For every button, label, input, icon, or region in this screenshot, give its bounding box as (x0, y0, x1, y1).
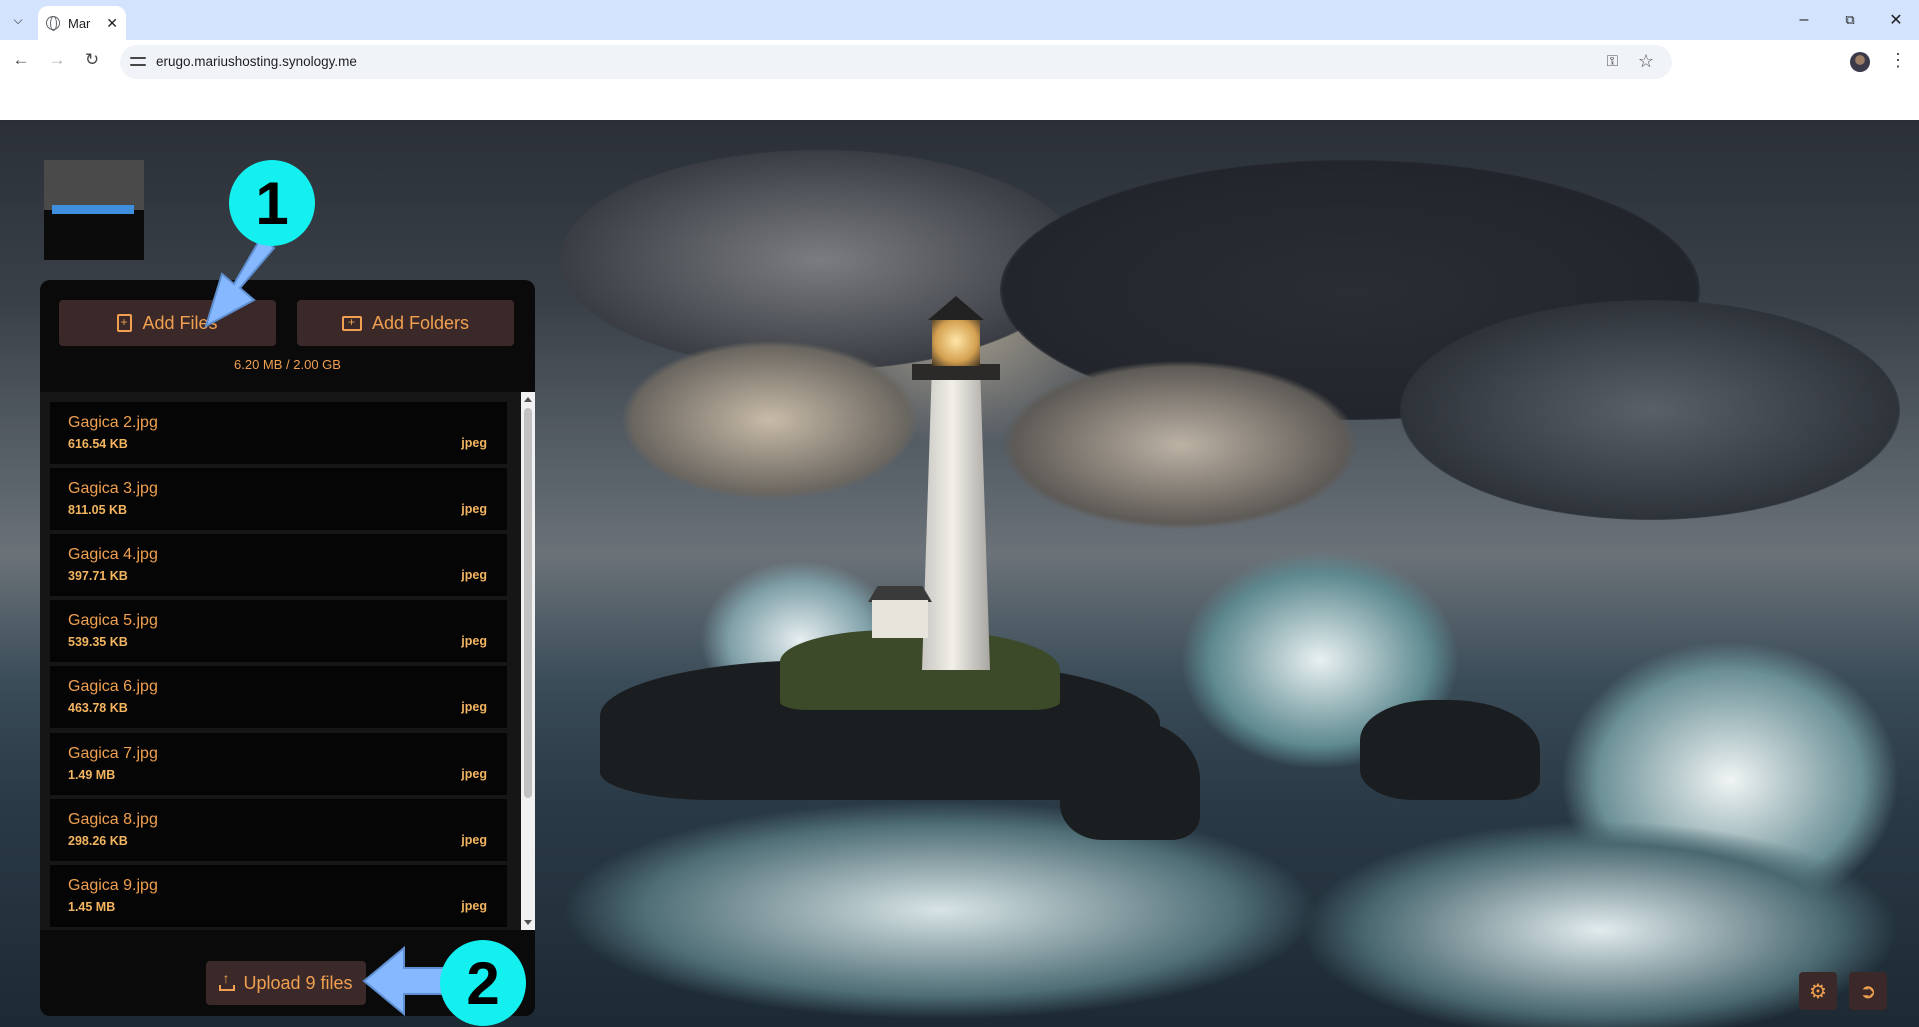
file-name: Gagica 7.jpg (68, 745, 158, 762)
profile-avatar[interactable] (1850, 52, 1870, 72)
step-1-badge: 1 (229, 160, 315, 246)
file-name: Gagica 9.jpg (68, 877, 158, 894)
restore-icon[interactable]: ⧉ (1838, 8, 1862, 32)
file-size: 298.26 KB (68, 834, 128, 848)
chevron-down-icon[interactable]: ⌵ (6, 8, 30, 32)
scroll-up-icon[interactable] (524, 397, 532, 402)
minimize-icon[interactable]: – (1792, 8, 1816, 32)
app-logo (44, 160, 144, 260)
file-list-frame: Gagica 2.jpg 616.54 KB jpeg Gagica 3.jpg… (40, 392, 535, 930)
upload-icon (219, 970, 236, 991)
file-list-scrollbar[interactable] (521, 392, 535, 930)
url-text[interactable]: erugo.mariushosting.synology.me (156, 54, 357, 69)
file-type: jpeg (461, 899, 487, 913)
file-type: jpeg (461, 833, 487, 847)
file-plus-icon (117, 314, 133, 332)
tune-icon[interactable] (130, 54, 146, 70)
file-size: 616.54 KB (68, 437, 128, 451)
close-icon[interactable]: ✕ (106, 15, 118, 32)
file-type: jpeg (461, 700, 487, 714)
file-size: 463.78 KB (68, 701, 128, 715)
storage-quota: 6.20 MB / 2.00 GB (234, 357, 341, 372)
annotation-arrow-1 (204, 234, 276, 329)
file-size: 1.49 MB (68, 768, 116, 782)
logout-icon: ➲ (1859, 980, 1877, 1003)
upload-label: Upload 9 files (243, 972, 353, 993)
scroll-down-icon[interactable] (524, 920, 532, 925)
file-size: 539.35 KB (68, 635, 128, 649)
file-item[interactable]: Gagica 5.jpg 539.35 KB jpeg (50, 600, 507, 662)
file-type: jpeg (461, 502, 487, 516)
kebab-icon[interactable]: ⋮ (1888, 50, 1908, 74)
file-name: Gagica 5.jpg (68, 612, 158, 629)
file-item[interactable]: Gagica 6.jpg 463.78 KB jpeg (50, 666, 507, 728)
file-name: Gagica 6.jpg (68, 678, 158, 695)
back-arrow-icon[interactable]: ← (9, 48, 33, 72)
address-bar[interactable]: erugo.mariushosting.synology.me ⚿ ☆ (120, 45, 1672, 79)
file-item[interactable]: Gagica 3.jpg 811.05 KB jpeg (50, 468, 507, 530)
file-name: Gagica 8.jpg (68, 811, 158, 828)
folder-plus-icon (341, 315, 362, 331)
star-icon[interactable]: ☆ (1638, 51, 1654, 72)
settings-button[interactable]: ⚙ (1799, 972, 1837, 1010)
file-item[interactable]: Gagica 2.jpg 616.54 KB jpeg (50, 402, 507, 464)
key-icon[interactable]: ⚿ (1607, 53, 1618, 70)
file-name: Gagica 2.jpg (68, 414, 158, 431)
page-header-strip (0, 80, 1919, 120)
file-type: jpeg (461, 634, 487, 648)
file-item[interactable]: Gagica 9.jpg 1.45 MB jpeg (50, 865, 507, 927)
browser-tab[interactable]: Mar ✕ (38, 6, 126, 40)
file-name: Gagica 3.jpg (68, 480, 158, 497)
browser-tab-bar: ⌵ Mar ✕ – ⧉ ✕ (0, 0, 1919, 40)
close-window-icon[interactable]: ✕ (1884, 8, 1908, 32)
add-folders-button[interactable]: Add Folders (297, 300, 514, 346)
forward-arrow-icon[interactable]: → (45, 48, 69, 72)
tab-title: Mar (68, 15, 91, 31)
file-item[interactable]: Gagica 4.jpg 397.71 KB jpeg (50, 534, 507, 596)
file-list[interactable]: Gagica 2.jpg 616.54 KB jpeg Gagica 3.jpg… (50, 402, 507, 930)
reload-icon[interactable]: ↻ (80, 48, 104, 72)
step-2-badge: 2 (440, 940, 526, 1026)
upload-panel: Add Files Add Folders 6.20 MB / 2.00 GB … (40, 280, 535, 1016)
add-folders-label: Add Folders (371, 312, 470, 333)
file-type: jpeg (461, 767, 487, 781)
logout-button[interactable]: ➲ (1849, 972, 1887, 1010)
file-size: 811.05 KB (68, 503, 128, 517)
upload-files-button[interactable]: Upload 9 files (206, 961, 366, 1005)
file-size: 397.71 KB (68, 569, 128, 583)
file-type: jpeg (461, 568, 487, 582)
file-item[interactable]: Gagica 7.jpg 1.49 MB jpeg (50, 733, 507, 795)
scroll-thumb[interactable] (524, 408, 532, 798)
file-type: jpeg (461, 436, 487, 450)
file-name: Gagica 4.jpg (68, 546, 158, 563)
file-item[interactable]: Gagica 8.jpg 298.26 KB jpeg (50, 799, 507, 861)
gear-icon: ⚙ (1809, 980, 1827, 1003)
globe-icon (46, 16, 60, 31)
file-size: 1.45 MB (68, 900, 116, 914)
